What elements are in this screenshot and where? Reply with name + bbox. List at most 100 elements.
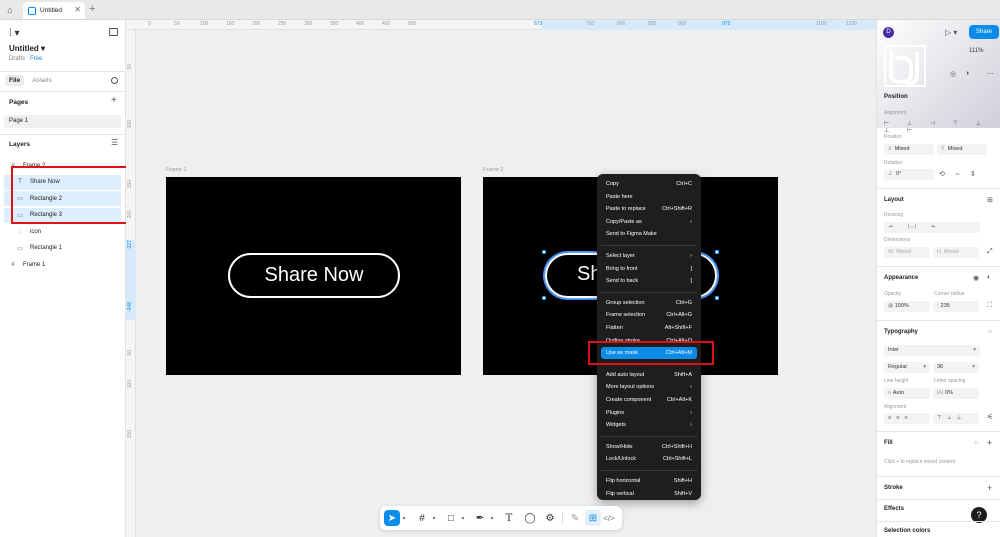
- menu-item-copy-paste-as[interactable]: Copy/Paste as ›: [601, 216, 697, 228]
- menu-item-create-component[interactable]: Create component Ctrl+Alt+K: [601, 394, 697, 406]
- comment-tool-icon[interactable]: ◯: [522, 510, 538, 526]
- text-align-horizontal[interactable]: ≡≡≡: [884, 413, 930, 424]
- canvas[interactable]: Frame 1 Share Now Frame 2 Sh: [136, 30, 876, 537]
- home-icon[interactable]: ⌂: [4, 4, 16, 16]
- resize-handle[interactable]: [542, 296, 546, 300]
- frame2-label[interactable]: Frame 2: [483, 167, 503, 173]
- layer-item[interactable]: ◌ icon: [4, 224, 121, 239]
- layer-label: icon: [30, 228, 42, 235]
- instance-icon[interactable]: ◑: [965, 70, 969, 77]
- page-item[interactable]: Page 1: [4, 115, 121, 128]
- menu-item-select-layer[interactable]: Select layer ›: [601, 250, 697, 262]
- font-weight-select[interactable]: Regular ▾: [884, 362, 930, 373]
- menu-item-widgets[interactable]: Widgets ›: [601, 419, 697, 431]
- add-stroke-icon[interactable]: +: [987, 483, 992, 493]
- add-fill-icon[interactable]: +: [987, 438, 992, 448]
- zoom-level[interactable]: 111%: [969, 48, 983, 54]
- actions-icon[interactable]: ⚙: [542, 510, 558, 526]
- toggle-sidebar-icon[interactable]: [109, 28, 118, 36]
- resize-handle[interactable]: [715, 250, 719, 254]
- frame-tool-icon[interactable]: #: [414, 510, 430, 526]
- constrain-proportions-icon[interactable]: ⤢: [987, 248, 993, 256]
- width-field[interactable]: W Mixed: [884, 247, 930, 258]
- fill-styles-icon[interactable]: ⁘: [973, 439, 979, 447]
- layout-grid-icon[interactable]: ⊞: [987, 196, 993, 204]
- layer-item[interactable]: ▭ Rectangle 1: [4, 241, 121, 256]
- close-tab-icon[interactable]: ✕: [74, 5, 81, 14]
- frame1-label[interactable]: Frame 1: [166, 167, 186, 173]
- menu-item-flip-vertical[interactable]: Flip vertical Shift+V: [601, 488, 697, 500]
- menu-item-frame-selection[interactable]: Frame selection Ctrl+Alt+G: [601, 309, 697, 321]
- present-icon[interactable]: ▷ ▾: [945, 28, 957, 37]
- x-position-field[interactable]: X Mixed: [884, 144, 934, 155]
- visibility-icon[interactable]: ◉: [973, 274, 979, 282]
- tab-file[interactable]: File: [5, 75, 25, 86]
- pen-tool-dropdown-icon[interactable]: ▾: [489, 510, 495, 526]
- right-panel: D ▷ ▾ Share 111% ◎ ◑ ⋯ Position Alignmen…: [876, 20, 1000, 537]
- text-settings-icon[interactable]: ⚟: [987, 413, 993, 421]
- file-tab-label: Untitled: [40, 7, 63, 14]
- font-size-select[interactable]: 36 ▾: [933, 362, 979, 373]
- draw-mode-icon[interactable]: ✎: [567, 510, 583, 526]
- search-icon[interactable]: [111, 77, 118, 84]
- figma-menu-icon[interactable]: ⁞ ▾: [9, 28, 20, 39]
- add-page-icon[interactable]: +: [111, 95, 117, 106]
- shape-tool-icon[interactable]: □: [443, 510, 459, 526]
- menu-item-send-to-figma-make[interactable]: Send to Figma Make: [601, 228, 697, 240]
- frame-tool-dropdown-icon[interactable]: ▾: [431, 510, 437, 526]
- font-family-select[interactable]: Inter ▾: [884, 345, 980, 356]
- y-position-field[interactable]: Y Mixed: [937, 144, 987, 155]
- menu-item-paste-to-replace[interactable]: Paste to replace Ctrl+Shift+R: [601, 203, 697, 215]
- alignment-icons[interactable]: ⊢ ⊥ ⊣ ⊤ ⊥ ⊥ ⊢: [884, 120, 1000, 134]
- menu-item-show-hide[interactable]: Show/Hide Ctrl+Shift+H: [601, 441, 697, 453]
- more-icon[interactable]: ⋯: [987, 70, 994, 78]
- avatar[interactable]: D: [883, 27, 894, 38]
- line-height-field[interactable]: ≡ Auto: [884, 388, 930, 399]
- file-name[interactable]: Untitled ▾: [9, 44, 45, 53]
- tab-assets[interactable]: Assets: [28, 75, 56, 86]
- ruler-tick-label: 50: [174, 21, 180, 27]
- resize-handle[interactable]: [715, 296, 719, 300]
- layer-item[interactable]: # Frame 1: [4, 257, 121, 272]
- shape-tool-dropdown-icon[interactable]: ▾: [460, 510, 466, 526]
- opacity-field[interactable]: ▦ 100%: [884, 301, 930, 312]
- share-button[interactable]: Share: [969, 25, 999, 39]
- resizing-controls[interactable]: ⇥ |⇔| ⇤: [884, 222, 980, 233]
- frame-1[interactable]: Share Now: [166, 177, 461, 375]
- design-mode-icon[interactable]: ⊞: [585, 510, 601, 526]
- menu-item-flip-horizontal[interactable]: Flip horizontal Shift+H: [601, 475, 697, 487]
- plan-badge[interactable]: Free: [30, 56, 42, 62]
- letter-spacing-field[interactable]: |A| 0%: [933, 388, 979, 399]
- corner-radius-field[interactable]: ◜ 235: [933, 301, 979, 312]
- blend-mode-icon[interactable]: ◐: [987, 274, 991, 281]
- typography-heading: Typography: [884, 329, 918, 335]
- layers-options-icon[interactable]: ☰: [111, 138, 118, 147]
- menu-item-add-auto-layout[interactable]: Add auto layout Shift+A: [601, 369, 697, 381]
- independent-corners-icon[interactable]: ⛶: [987, 302, 992, 310]
- dev-mode-icon[interactable]: </>: [601, 510, 617, 526]
- menu-item-more-layout-options[interactable]: More layout options ›: [601, 381, 697, 393]
- height-field[interactable]: H Mixed: [933, 247, 979, 258]
- menu-item-flatten[interactable]: Flatten Alt+Shift+F: [601, 322, 697, 334]
- flip-rotate-icons[interactable]: ⟲⇔⇕: [939, 170, 985, 178]
- component-icon[interactable]: ◎: [950, 70, 956, 78]
- resize-handle[interactable]: [542, 250, 546, 254]
- text-tool-icon[interactable]: T: [501, 510, 517, 526]
- menu-item-lock-unlock[interactable]: Lock/Unlock Ctrl+Shift+L: [601, 453, 697, 465]
- menu-item-bring-to-front[interactable]: Bring to front]: [601, 263, 697, 275]
- menu-item-plugins[interactable]: Plugins ›: [601, 407, 697, 419]
- ruler-tick-label: 673: [534, 21, 543, 27]
- menu-item-copy[interactable]: Copy Ctrl+C: [601, 178, 697, 190]
- share-now-button[interactable]: Share Now: [228, 253, 400, 298]
- menu-item-send-to-back[interactable]: Send to back [: [601, 275, 697, 287]
- text-styles-icon[interactable]: ⁘: [987, 328, 993, 336]
- menu-item-paste-here[interactable]: Paste here: [601, 191, 697, 203]
- pen-tool-icon[interactable]: ✒: [472, 510, 488, 526]
- move-tool-icon[interactable]: ➤: [384, 510, 400, 526]
- rotation-field[interactable]: ∠ 0°: [884, 169, 934, 180]
- text-align-vertical[interactable]: ⊤⊥⊥: [933, 413, 979, 424]
- menu-item-group-selection[interactable]: Group selection Ctrl+G: [601, 297, 697, 309]
- move-tool-dropdown-icon[interactable]: ▾: [401, 510, 407, 526]
- file-tab[interactable]: Untitled ✕: [23, 2, 85, 19]
- new-tab-button[interactable]: +: [89, 3, 95, 15]
